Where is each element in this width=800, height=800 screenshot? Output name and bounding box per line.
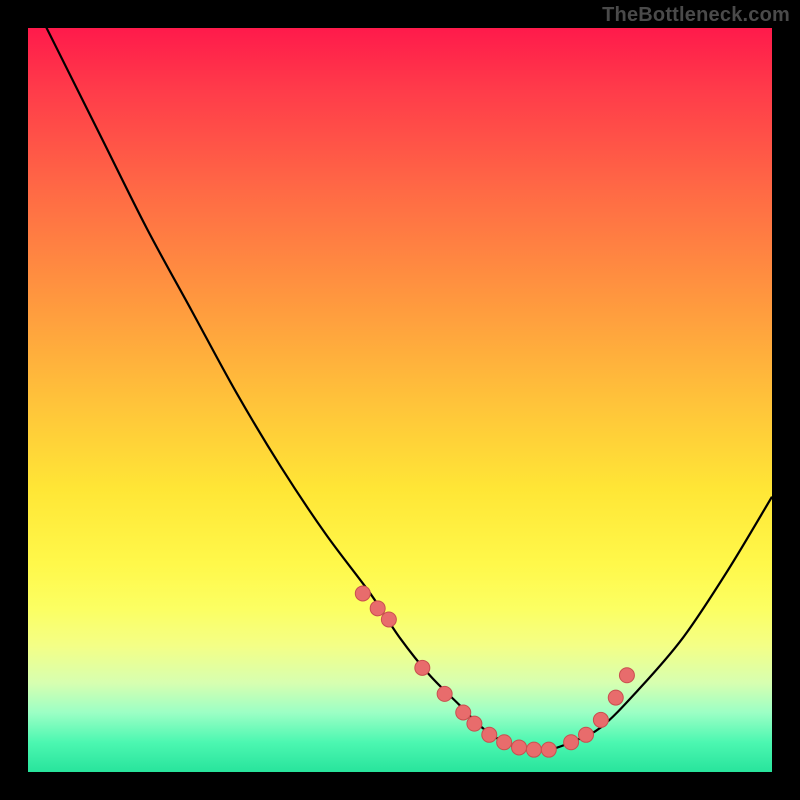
highlight-dot [619, 668, 634, 683]
highlight-dot [541, 742, 556, 757]
highlight-dot [564, 735, 579, 750]
watermark-text: TheBottleneck.com [602, 4, 790, 27]
highlight-dot [526, 742, 541, 757]
plot-area [28, 28, 772, 772]
highlight-dot [415, 660, 430, 675]
highlight-dot [456, 705, 471, 720]
highlight-dot [370, 601, 385, 616]
highlight-dot [579, 727, 594, 742]
highlight-dot [482, 727, 497, 742]
chart-svg [28, 28, 772, 772]
highlight-dot [512, 740, 527, 755]
highlight-dot [355, 586, 370, 601]
highlight-dot [467, 716, 482, 731]
chart-frame: TheBottleneck.com [0, 0, 800, 800]
highlight-dot [608, 690, 623, 705]
highlight-dot [593, 712, 608, 727]
highlight-dots [355, 586, 634, 757]
bottleneck-curve [28, 28, 772, 751]
highlight-dot [381, 612, 396, 627]
highlight-dot [437, 686, 452, 701]
highlight-dot [497, 735, 512, 750]
